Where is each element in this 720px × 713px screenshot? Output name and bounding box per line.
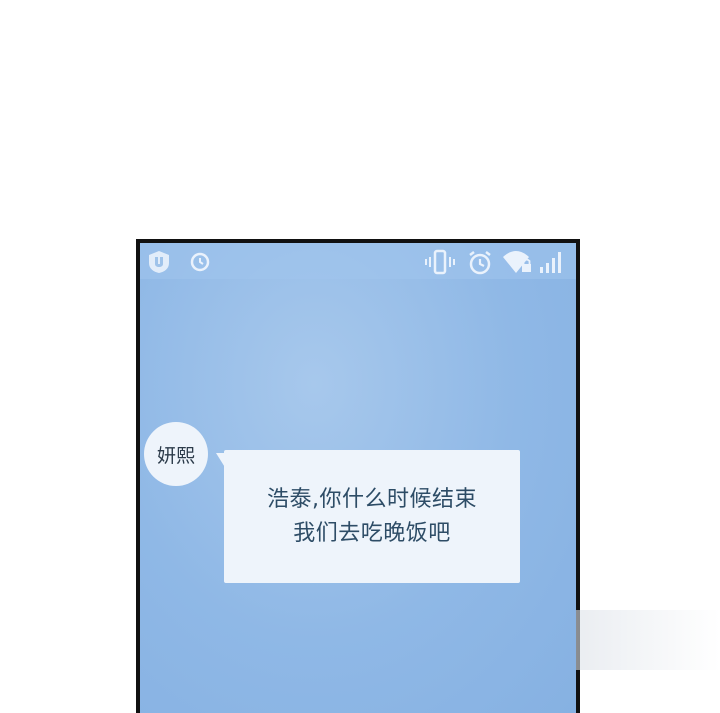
wifi-icon (503, 251, 531, 273)
sender-avatar[interactable]: 妍熙 (144, 422, 208, 486)
sender-name: 妍熙 (156, 444, 195, 467)
message-bubble[interactable]: 浩泰,你什么时候结束 我们去吃晚饭吧 (224, 450, 520, 583)
phone-screen: 妍熙 浩泰,你什么时候结束 我们去吃晚饭吧 (136, 239, 580, 713)
status-bar (140, 243, 576, 279)
app-shield-icon (149, 251, 169, 273)
alarm-clock-icon (469, 251, 491, 275)
message-line: 浩泰,你什么时候结束 (267, 486, 477, 512)
vibrate-icon (425, 249, 455, 275)
signal-bars-icon (540, 252, 561, 273)
edge-shadow (576, 610, 720, 670)
message-line: 我们去吃晚饭吧 (293, 520, 451, 546)
alarm-clock-icon (190, 252, 210, 272)
